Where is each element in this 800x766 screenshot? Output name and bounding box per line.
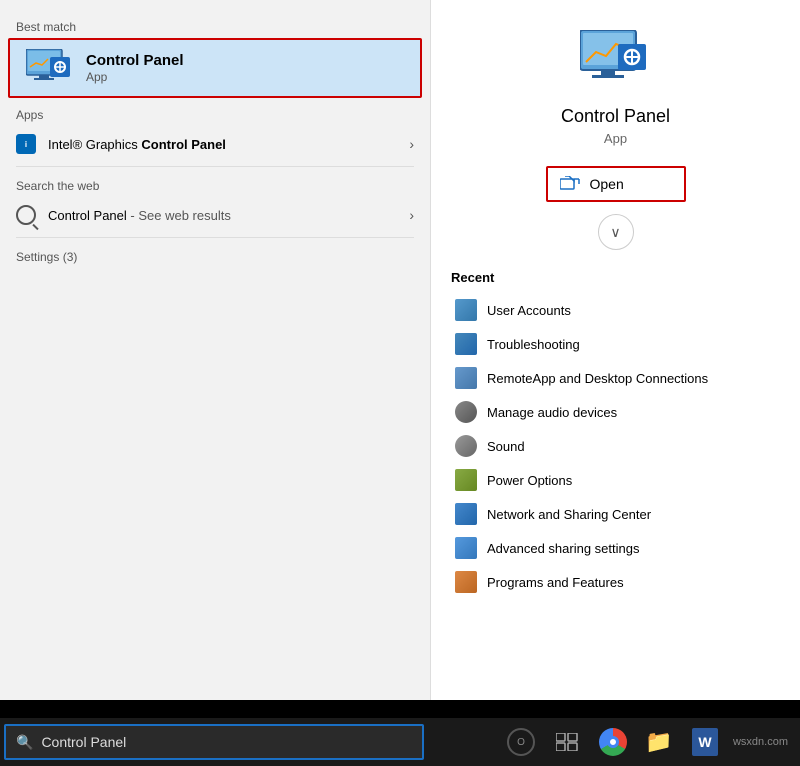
manage-audio-icon <box>455 401 477 423</box>
recent-items-list: User Accounts Troubleshooting RemoteApp … <box>451 293 780 599</box>
recent-item-remoteapp[interactable]: RemoteApp and Desktop Connections <box>451 361 780 395</box>
best-match-title: Control Panel <box>86 52 184 69</box>
recent-item-programs[interactable]: Programs and Features <box>451 565 780 599</box>
recent-item-power[interactable]: Power Options <box>451 463 780 497</box>
search-web-item[interactable]: Control Panel - See web results › <box>0 197 430 233</box>
user-accounts-label: User Accounts <box>487 303 571 318</box>
settings-section-label: Settings (3) <box>0 242 430 268</box>
network-sharing-label: Network and Sharing Center <box>487 507 651 522</box>
taskbar-search-text: Control Panel <box>41 734 126 750</box>
app-detail-title: Control Panel <box>561 106 670 127</box>
power-options-icon <box>455 469 477 491</box>
sound-icon <box>455 435 477 457</box>
word-icon: W <box>692 728 718 756</box>
taskbar-search-icon: 🔍 <box>16 734 33 751</box>
app-detail-icon <box>580 30 652 90</box>
intel-app-label: Intel® Graphics Control Panel <box>48 137 409 152</box>
network-sharing-icon <box>455 503 477 525</box>
open-label: Open <box>590 176 624 192</box>
recent-item-troubleshooting[interactable]: Troubleshooting <box>451 327 780 361</box>
expand-button[interactable]: ∨ <box>598 214 634 250</box>
chrome-button[interactable] <box>591 720 635 764</box>
intel-graphics-item[interactable]: i Intel® Graphics Control Panel › <box>0 126 430 162</box>
divider-2 <box>16 237 414 238</box>
sound-label: Sound <box>487 439 525 454</box>
apps-section-label: Apps <box>0 100 430 126</box>
best-match-item[interactable]: Control Panel App <box>8 38 422 98</box>
wsxdn-watermark: wsxdn.com <box>733 736 788 748</box>
troubleshooting-label: Troubleshooting <box>487 337 580 352</box>
cortana-button[interactable]: O <box>499 720 543 764</box>
intel-graphics-icon: i <box>16 134 36 154</box>
advanced-sharing-icon <box>455 537 477 559</box>
recent-item-manage-audio[interactable]: Manage audio devices <box>451 395 780 429</box>
manage-audio-label: Manage audio devices <box>487 405 617 420</box>
file-explorer-icon: 📁 <box>645 729 672 755</box>
search-web-query: Control Panel <box>48 208 127 223</box>
search-web-sub: - See web results <box>127 208 231 223</box>
power-options-label: Power Options <box>487 473 572 488</box>
best-match-text: Control Panel App <box>86 52 184 84</box>
app-detail-panel: Control Panel App Open ∨ Recent Use <box>430 0 800 700</box>
word-button[interactable]: W <box>683 720 727 764</box>
divider-1 <box>16 166 414 167</box>
search-web-text: Control Panel - See web results <box>48 208 409 223</box>
programs-features-label: Programs and Features <box>487 575 624 590</box>
taskbar: 🔍 Control Panel O 📁 <box>0 718 800 766</box>
taskbar-icons-group: O 📁 W wsxdn.com <box>499 720 796 764</box>
programs-features-icon <box>455 571 477 593</box>
search-web-chevron-icon: › <box>409 207 414 223</box>
app-detail-type: App <box>604 131 627 146</box>
best-match-subtitle: App <box>86 70 184 84</box>
task-view-button[interactable] <box>545 720 589 764</box>
remoteapp-icon <box>455 367 477 389</box>
search-web-label: Search the web <box>0 171 430 197</box>
recent-section-label: Recent <box>451 270 494 285</box>
open-button[interactable]: Open <box>546 166 686 202</box>
best-match-section-label: Best match <box>0 12 430 38</box>
cortana-icon: O <box>507 728 535 756</box>
recent-item-advanced-sharing[interactable]: Advanced sharing settings <box>451 531 780 565</box>
remoteapp-label: RemoteApp and Desktop Connections <box>487 371 708 386</box>
open-icon <box>560 176 580 192</box>
advanced-sharing-label: Advanced sharing settings <box>487 541 639 556</box>
chevron-down-icon: ∨ <box>610 224 620 241</box>
control-panel-icon <box>26 50 74 86</box>
file-explorer-button[interactable]: 📁 <box>637 720 681 764</box>
search-web-icon <box>16 205 36 225</box>
recent-item-user-accounts[interactable]: User Accounts <box>451 293 780 327</box>
taskbar-search-box[interactable]: 🔍 Control Panel <box>4 724 424 760</box>
search-results-panel: Best match <box>0 0 430 700</box>
recent-item-network[interactable]: Network and Sharing Center <box>451 497 780 531</box>
recent-item-sound[interactable]: Sound <box>451 429 780 463</box>
chrome-icon <box>599 728 627 756</box>
chevron-right-icon: › <box>409 136 414 152</box>
task-view-icon <box>556 733 578 751</box>
user-accounts-icon <box>455 299 477 321</box>
chrome-inner-circle <box>607 736 619 748</box>
troubleshooting-icon <box>455 333 477 355</box>
